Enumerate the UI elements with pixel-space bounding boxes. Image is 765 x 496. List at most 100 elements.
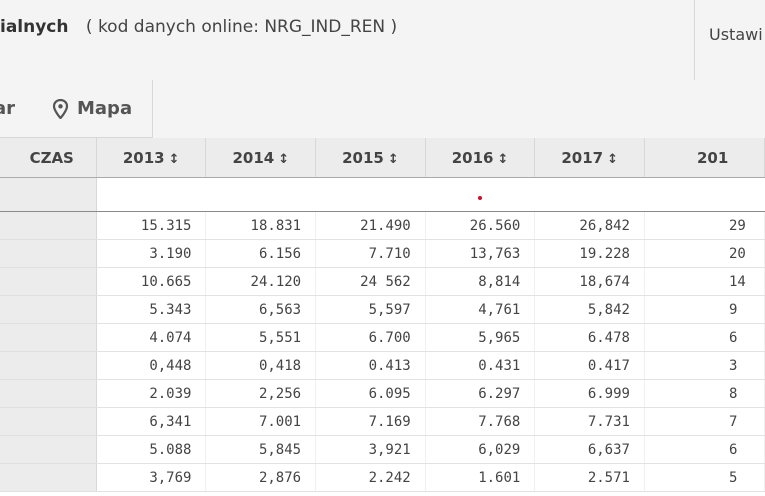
row-stub: [0, 379, 97, 408]
table-cell: 2.571: [534, 463, 645, 492]
table-cell: 6.999: [534, 379, 645, 408]
table-cell: 5,965: [425, 323, 536, 352]
table-cell: 6: [644, 435, 765, 464]
table-cell: 7.731: [534, 407, 645, 436]
table-cell: 18.831: [205, 211, 317, 240]
dataset-code: ( kod danych online: NRG_IND_REN ): [85, 17, 398, 37]
row-stub: [0, 351, 97, 380]
table-cell: 24 562: [315, 267, 426, 296]
row-stub: [0, 323, 97, 352]
dataset-title: ialnych ( kod danych online: NRG_IND_REN…: [0, 17, 397, 37]
table-cell: 5.088: [96, 435, 207, 464]
table-cell: 6.478: [534, 323, 645, 352]
tab-previous-view[interactable]: ar: [0, 80, 33, 138]
table-cell: 18,674: [534, 267, 645, 296]
year-label[interactable]: 2013: [123, 149, 165, 167]
row-stub: [0, 177, 97, 212]
year-column-header[interactable]: 2013 ↕: [96, 138, 207, 178]
sort-icon[interactable]: ↕: [169, 152, 180, 167]
table-row: 3.190 6.156 7.710 13,763 19.228 20: [0, 239, 765, 268]
table-cell: 24.120: [205, 267, 317, 296]
table-cell: 20: [644, 239, 765, 268]
table-cell: 6.700: [315, 323, 426, 352]
table-cell: 0,448: [96, 351, 207, 380]
settings-panel[interactable]: Ustawi: [694, 0, 765, 80]
table-cell: 2.242: [315, 463, 426, 492]
table-cell: 2,256: [205, 379, 317, 408]
view-toolbar: ar Mapa: [0, 80, 765, 138]
tab-map-label[interactable]: Mapa: [77, 98, 132, 119]
sort-icon[interactable]: ↕: [278, 152, 289, 167]
sort-icon[interactable]: ↕: [607, 152, 618, 167]
table-cell: 3: [644, 351, 765, 380]
table-row: 2.039 2,256 6.095 6.297 6.999 8: [0, 379, 765, 408]
table-cell: 21.490: [315, 211, 426, 240]
time-column-header: CZAS: [0, 138, 97, 178]
flag-cell: [96, 177, 206, 212]
table-cell: 2,876: [205, 463, 317, 492]
table-cell: 15.315: [96, 211, 207, 240]
year-label[interactable]: 2015: [342, 149, 384, 167]
row-stub: [0, 407, 97, 436]
table-cell: 29: [644, 211, 765, 240]
sort-icon[interactable]: ↕: [497, 152, 508, 167]
flag-cell: [534, 177, 645, 212]
table-row: 5.343 6,563 5,597 4,761 5,842 9: [0, 295, 765, 324]
table-cell: 7: [644, 407, 765, 436]
table-cell: 7.710: [315, 239, 426, 268]
table-cell: 6,637: [534, 435, 645, 464]
table-cell: 26.560: [425, 211, 536, 240]
table-cell: 1.601: [425, 463, 536, 492]
table-cell: 3,769: [96, 463, 207, 492]
table-cell: 14: [644, 267, 765, 296]
row-stub: [0, 295, 97, 324]
year-label[interactable]: 2016: [452, 149, 494, 167]
dataset-name: ialnych: [0, 17, 69, 37]
row-stub: [0, 267, 97, 296]
data-table: CZAS 2013 ↕ 2014 ↕ 2015 ↕ 2016 ↕ 2017 ↕ 201 1…: [0, 138, 765, 492]
flag-cell: [205, 177, 316, 212]
table-header-row: CZAS 2013 ↕ 2014 ↕ 2015 ↕ 2016 ↕ 2017 ↕ 201: [0, 138, 765, 178]
table-cell: 6.156: [205, 239, 317, 268]
year-label[interactable]: 2017: [561, 149, 603, 167]
row-stub: [0, 463, 97, 492]
table-cell: 19.228: [534, 239, 645, 268]
table-cell: 5: [644, 463, 765, 492]
tab-previous-view-label[interactable]: ar: [0, 98, 15, 119]
year-column-header[interactable]: 2015 ↕: [315, 138, 426, 178]
table-cell: 26,842: [534, 211, 645, 240]
table-cell: 13,763: [425, 239, 536, 268]
table-cell: 0.413: [315, 351, 426, 380]
table-cell: 0.431: [425, 351, 536, 380]
table-cell: 3,921: [315, 435, 426, 464]
sort-icon[interactable]: ↕: [388, 152, 399, 167]
table-cell: 0,418: [205, 351, 317, 380]
table-cell: 5.343: [96, 295, 207, 324]
table-cell: 4,761: [425, 295, 536, 324]
year-column-header[interactable]: 2014 ↕: [205, 138, 317, 178]
table-row: 0,448 0,418 0.413 0.431 0.417 3: [0, 351, 765, 380]
year-label[interactable]: 201: [697, 149, 728, 167]
year-column-header[interactable]: 2016 ↕: [425, 138, 536, 178]
table-cell: 6,563: [205, 295, 317, 324]
map-pin-icon: [52, 99, 69, 119]
table-cell: 10.665: [96, 267, 207, 296]
table-row: 4.074 5,551 6.700 5,965 6.478 6: [0, 323, 765, 352]
flag-cell: [425, 177, 535, 212]
year-label[interactable]: 2014: [232, 149, 274, 167]
table-row: 5.088 5,845 3,921 6,029 6,637 6: [0, 435, 765, 464]
table-cell: 6.095: [315, 379, 426, 408]
table-cell: 0.417: [534, 351, 645, 380]
table-cell: 5,551: [205, 323, 317, 352]
row-stub: [0, 239, 97, 268]
table-row: 6,341 7.001 7.169 7.768 7.731 7: [0, 407, 765, 436]
settings-label[interactable]: Ustawi: [709, 25, 763, 44]
table-cell: 6,029: [425, 435, 536, 464]
year-column-header[interactable]: 2017 ↕: [534, 138, 645, 178]
table-row: 15.315 18.831 21.490 26.560 26,842 29: [0, 211, 765, 240]
table-row: 10.665 24.120 24 562 8,814 18,674 14: [0, 267, 765, 296]
tab-map[interactable]: Mapa: [32, 80, 153, 138]
year-column-header[interactable]: 201: [644, 138, 765, 178]
table-cell: 7.169: [315, 407, 426, 436]
data-table-container[interactable]: CZAS 2013 ↕ 2014 ↕ 2015 ↕ 2016 ↕ 2017 ↕ 201 1…: [0, 138, 765, 496]
